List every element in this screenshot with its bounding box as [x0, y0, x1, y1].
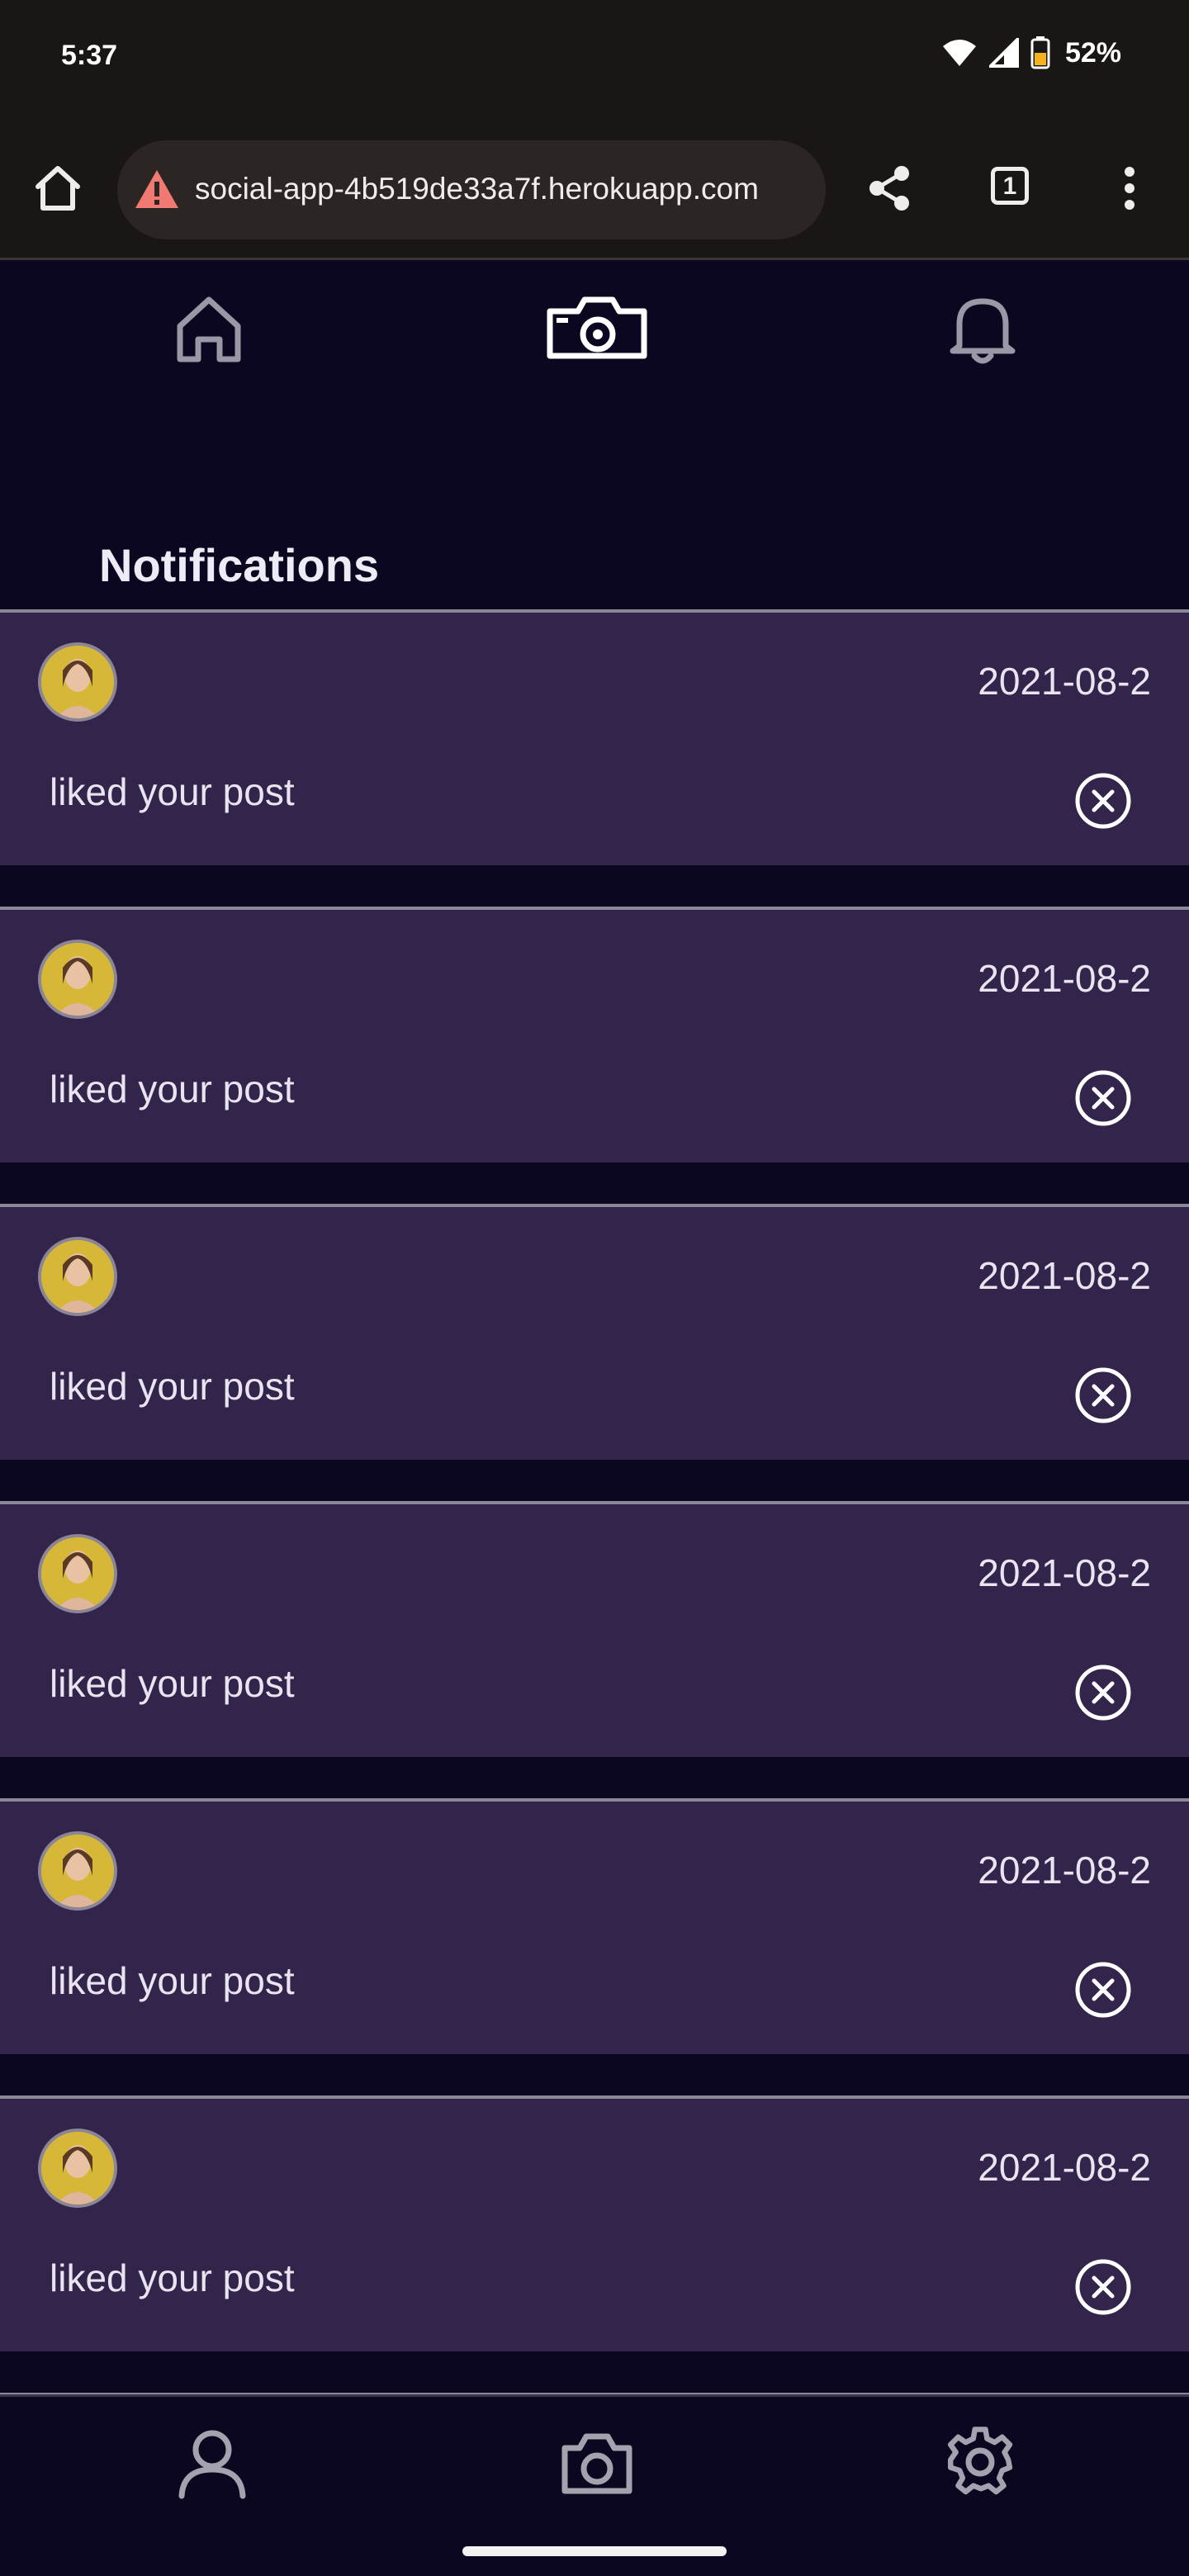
avatar: [38, 1237, 117, 1316]
avatar: [38, 642, 117, 722]
menu-icon[interactable]: [1103, 162, 1156, 215]
close-icon[interactable]: [1073, 1663, 1133, 1722]
notification-text: liked your post: [50, 1365, 295, 1408]
notification-date: 2021-08-2: [978, 1551, 1151, 1594]
close-icon[interactable]: [1073, 2257, 1133, 2317]
notification-date: 2021-08-2: [978, 2146, 1151, 2189]
battery-icon: [1030, 36, 1050, 69]
gesture-bar: [0, 2518, 1189, 2576]
signal-icon: [988, 38, 1019, 68]
notification-card: 2021-08-2 liked your post: [0, 907, 1189, 1163]
notification-text: liked your post: [50, 1662, 295, 1705]
notification-text: liked your post: [50, 2256, 295, 2299]
close-icon[interactable]: [1073, 771, 1133, 831]
avatar: [38, 1534, 117, 1613]
avatar: [38, 940, 117, 1019]
notification-card: 2021-08-2 liked your post: [0, 1501, 1189, 1757]
battery-percent: 52%: [1064, 36, 1121, 69]
notification-date: 2021-08-2: [978, 957, 1151, 1000]
address-bar[interactable]: social-app-4b519de33a7f.herokuapp.com: [117, 140, 826, 239]
bottom-nav: [0, 2394, 1189, 2521]
share-icon[interactable]: [864, 162, 917, 215]
home-icon[interactable]: [172, 291, 246, 366]
notification-date: 2021-08-2: [978, 1849, 1151, 1892]
wifi-icon: [942, 40, 976, 66]
notification-date: 2021-08-2: [978, 1254, 1151, 1297]
status-icons: 52%: [941, 36, 1121, 69]
notification-text: liked your post: [50, 1068, 295, 1110]
notification-text: liked your post: [50, 1959, 295, 2002]
camera-icon[interactable]: [560, 2425, 634, 2499]
bell-icon[interactable]: [948, 291, 1017, 366]
url-text: social-app-4b519de33a7f.herokuapp.com: [195, 172, 759, 206]
close-icon[interactable]: [1073, 1960, 1133, 2020]
notification-card: 2021-08-2 liked your post: [0, 1798, 1189, 2054]
browser-toolbar: social-app-4b519de33a7f.herokuapp.com 1: [0, 124, 1189, 260]
close-icon[interactable]: [1073, 1068, 1133, 1128]
close-icon[interactable]: [1073, 1366, 1133, 1425]
page-title: Notifications: [99, 539, 380, 591]
warning-icon: [135, 170, 178, 208]
notification-text: liked your post: [50, 770, 295, 813]
status-bar: 5:37 52%: [0, 0, 1189, 124]
gear-icon[interactable]: [943, 2425, 1017, 2499]
status-time: 5:37: [61, 40, 118, 71]
home-icon[interactable]: [31, 162, 84, 215]
avatar: [38, 1831, 117, 1911]
notification-card: 2021-08-2 liked your post: [0, 2095, 1189, 2351]
notification-card: 2021-08-2 liked your post: [0, 609, 1189, 865]
home-gesture-pill[interactable]: [462, 2546, 727, 2556]
tabs-icon[interactable]: 1: [991, 167, 1029, 205]
avatar: [38, 2129, 117, 2208]
notification-card: 2021-08-2 liked your post: [0, 1204, 1189, 1460]
user-icon[interactable]: [175, 2425, 249, 2499]
notification-date: 2021-08-2: [978, 660, 1151, 703]
camera-icon[interactable]: [545, 291, 649, 366]
